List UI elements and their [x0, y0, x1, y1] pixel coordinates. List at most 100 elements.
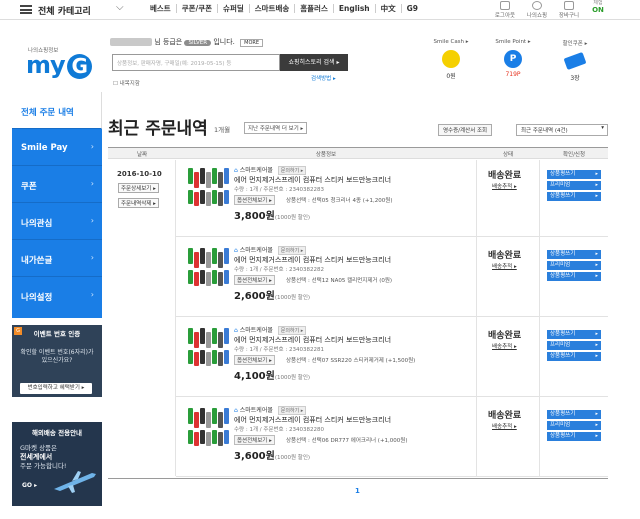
sidebar-item-interest[interactable]: 나의관심 › [12, 203, 102, 240]
review-write-button[interactable]: 상품평쓰기 [547, 192, 601, 201]
seller-info: ⌂ 스마트케어몰 문의하기 ▸ [234, 325, 307, 335]
past-orders-button[interactable]: 지난 주문내역 더 보기 ▸ [244, 122, 308, 134]
product-image-part [218, 332, 223, 348]
product-image-part [212, 350, 217, 364]
review-write-button[interactable]: 상품평쓰기 [547, 432, 601, 441]
premium-review-button[interactable]: 프리미엄 [547, 261, 601, 270]
review-write-button[interactable]: 상품평쓰기 [547, 272, 601, 281]
product-image-part [188, 168, 193, 184]
order-delete-button[interactable]: 주문내역삭제 ▸ [118, 198, 159, 208]
product-image-part [224, 408, 229, 424]
product-thumbnail[interactable] [188, 248, 232, 288]
wishlist-checkbox[interactable]: ☐ 내목지함 [113, 79, 140, 87]
review-button[interactable]: 상품평쓰기 [547, 250, 601, 259]
nav-homeplus[interactable]: 홈플러스 [295, 4, 334, 13]
product-name[interactable]: 에어 먼지제거스프레이 컴퓨터 스티커 보드만능크리너 [234, 175, 391, 185]
seller-name[interactable]: 스마트케어몰 [240, 247, 273, 254]
search-help-link[interactable]: 검색방법 ▸ [311, 74, 336, 82]
product-image-part [194, 192, 199, 206]
seller-name[interactable]: 스마트케어몰 [240, 327, 273, 334]
seller-inquiry-button[interactable]: 문의하기 ▸ [277, 406, 307, 415]
review-button[interactable]: 상품평쓰기 [547, 170, 601, 179]
login-button[interactable]: 로그아웃 [492, 1, 518, 19]
nav-superdeal[interactable]: 슈퍼딜 [218, 4, 250, 13]
mypage-button[interactable]: 나의쇼핑 [524, 1, 550, 19]
history-search-button[interactable]: 쇼핑히스토리 검색 ▸ [280, 54, 348, 71]
chevron-right-icon: › [90, 290, 94, 299]
seller-inquiry-button[interactable]: 문의하기 ▸ [277, 326, 307, 335]
store-icon: ⌂ [234, 167, 238, 174]
product-name[interactable]: 에어 먼지제거스프레이 컴퓨터 스티커 보드만능크리너 [234, 415, 391, 425]
top-bar: 전체 카테고리 ⌵ 베스트 쿠폰/쿠폰 슈퍼딜 스마트배송 홈플러스 Engli… [0, 0, 640, 20]
option-all-button[interactable]: 옵션전체보기 ▸ [234, 435, 275, 445]
premium-review-button[interactable]: 프리미엄 [547, 181, 601, 190]
price: 2,600원(1000원 할인) [234, 287, 310, 302]
nav-best[interactable]: 베스트 [145, 4, 177, 13]
product-image-part [206, 272, 211, 286]
delivery-tracking-link[interactable]: 배송추적 ▸ [492, 342, 517, 350]
sidebar-item-all-orders[interactable]: 전체 주문 내역 [12, 92, 102, 129]
sidebar-item-my-posts[interactable]: 내가쓴글 › [12, 240, 102, 277]
shipping-go-link[interactable]: GO ▸ [22, 482, 37, 489]
seller-inquiry-button[interactable]: 문의하기 ▸ [277, 246, 307, 255]
experience-toggle[interactable]: 체험 ON [587, 1, 609, 15]
premium-review-button[interactable]: 프리미엄 [547, 421, 601, 430]
history-search-input[interactable]: 상품정보, 판매자명, 구매일(예: 2019-05-15) 등 [112, 54, 280, 71]
nav-chinese[interactable]: 中文 [376, 4, 402, 13]
seller-name[interactable]: 스마트케어몰 [240, 167, 273, 174]
product-image-part [206, 352, 211, 366]
delivery-tracking-link[interactable]: 배송추적 ▸ [492, 262, 517, 270]
option-all-button[interactable]: 옵션전체보기 ▸ [234, 195, 275, 205]
event-code-button[interactable]: 번호입력하고 혜택받기 ▸ [20, 383, 92, 394]
airplane-icon [54, 471, 96, 493]
review-write-button[interactable]: 상품평쓰기 [547, 352, 601, 361]
myg-logo[interactable]: my G [26, 51, 92, 79]
nav-g9[interactable]: G9 [402, 4, 423, 13]
grade-more-button[interactable]: MORE [240, 39, 264, 47]
order-status: 배송완료 [488, 331, 522, 341]
product-name[interactable]: 에어 먼지제거스프레이 컴퓨터 스티커 보드만능크리너 [234, 255, 391, 265]
chevron-right-icon: › [90, 142, 94, 151]
menu-icon[interactable] [20, 5, 32, 14]
cart-button[interactable]: 장바구니 [556, 1, 582, 19]
product-name[interactable]: 에어 먼지제거스프레이 컴퓨터 스티커 보드만능크리너 [234, 335, 391, 345]
period-select[interactable]: 최근 주문내역 (4건) [516, 124, 608, 136]
smile-cash-value: 0원 [446, 73, 456, 80]
nav-english[interactable]: English [334, 4, 376, 13]
order-detail-button[interactable]: 주문상세보기 ▸ [118, 183, 159, 193]
pagination-page-1[interactable]: 1 [355, 487, 360, 495]
product-thumbnail[interactable] [188, 408, 232, 448]
seller-name[interactable]: 스마트케어몰 [240, 407, 273, 414]
sidebar-item-settings[interactable]: 나의설정 › [12, 277, 102, 314]
product-image-part [194, 172, 199, 188]
review-button[interactable]: 상품평쓰기 [547, 330, 601, 339]
store-icon: ⌂ [234, 247, 238, 254]
product-image-part [206, 412, 211, 428]
sidebar-item-coupon[interactable]: 쿠폰 › [12, 166, 102, 203]
coupon-box[interactable]: 할인쿠폰 ▸ 3장 [546, 39, 604, 82]
product-image-part [212, 408, 217, 424]
smile-cash-box[interactable]: Smile Cash ▸ 0원 [422, 39, 480, 80]
nav-coupon[interactable]: 쿠폰/쿠폰 [177, 4, 219, 13]
all-category-link[interactable]: 전체 카테고리 [38, 4, 91, 17]
review-button[interactable]: 상품평쓰기 [547, 410, 601, 419]
product-thumbnail[interactable] [188, 168, 232, 208]
nav-smart-delivery[interactable]: 스마트배송 [250, 4, 296, 13]
grade-suffix: 입니다. [213, 38, 235, 46]
global-shipping-banner[interactable]: 해외배송 전용안내 G마켓 상품은 전세계에서 주문 가능합니다! GO ▸ [12, 422, 102, 506]
delivery-tracking-link[interactable]: 배송추적 ▸ [492, 182, 517, 190]
receipt-button[interactable]: 영수증/계산서 조회 [438, 124, 493, 136]
chevron-down-icon[interactable]: ⌵ [116, 2, 124, 13]
seller-inquiry-button[interactable]: 문의하기 ▸ [277, 166, 307, 175]
cart-icon [564, 1, 574, 10]
product-image-part [212, 248, 217, 264]
product-image-part [218, 412, 223, 428]
option-all-button[interactable]: 옵션전체보기 ▸ [234, 275, 275, 285]
option-all-button[interactable]: 옵션전체보기 ▸ [234, 355, 275, 365]
delivery-tracking-link[interactable]: 배송추적 ▸ [492, 422, 517, 430]
product-thumbnail[interactable] [188, 328, 232, 368]
smile-point-box[interactable]: Smile Point ▸ P 719P [484, 39, 542, 78]
grade-prefix: 님 등급은 [154, 38, 183, 46]
sidebar-item-smile-pay[interactable]: Smile Pay › [12, 129, 102, 166]
premium-review-button[interactable]: 프리미엄 [547, 341, 601, 350]
